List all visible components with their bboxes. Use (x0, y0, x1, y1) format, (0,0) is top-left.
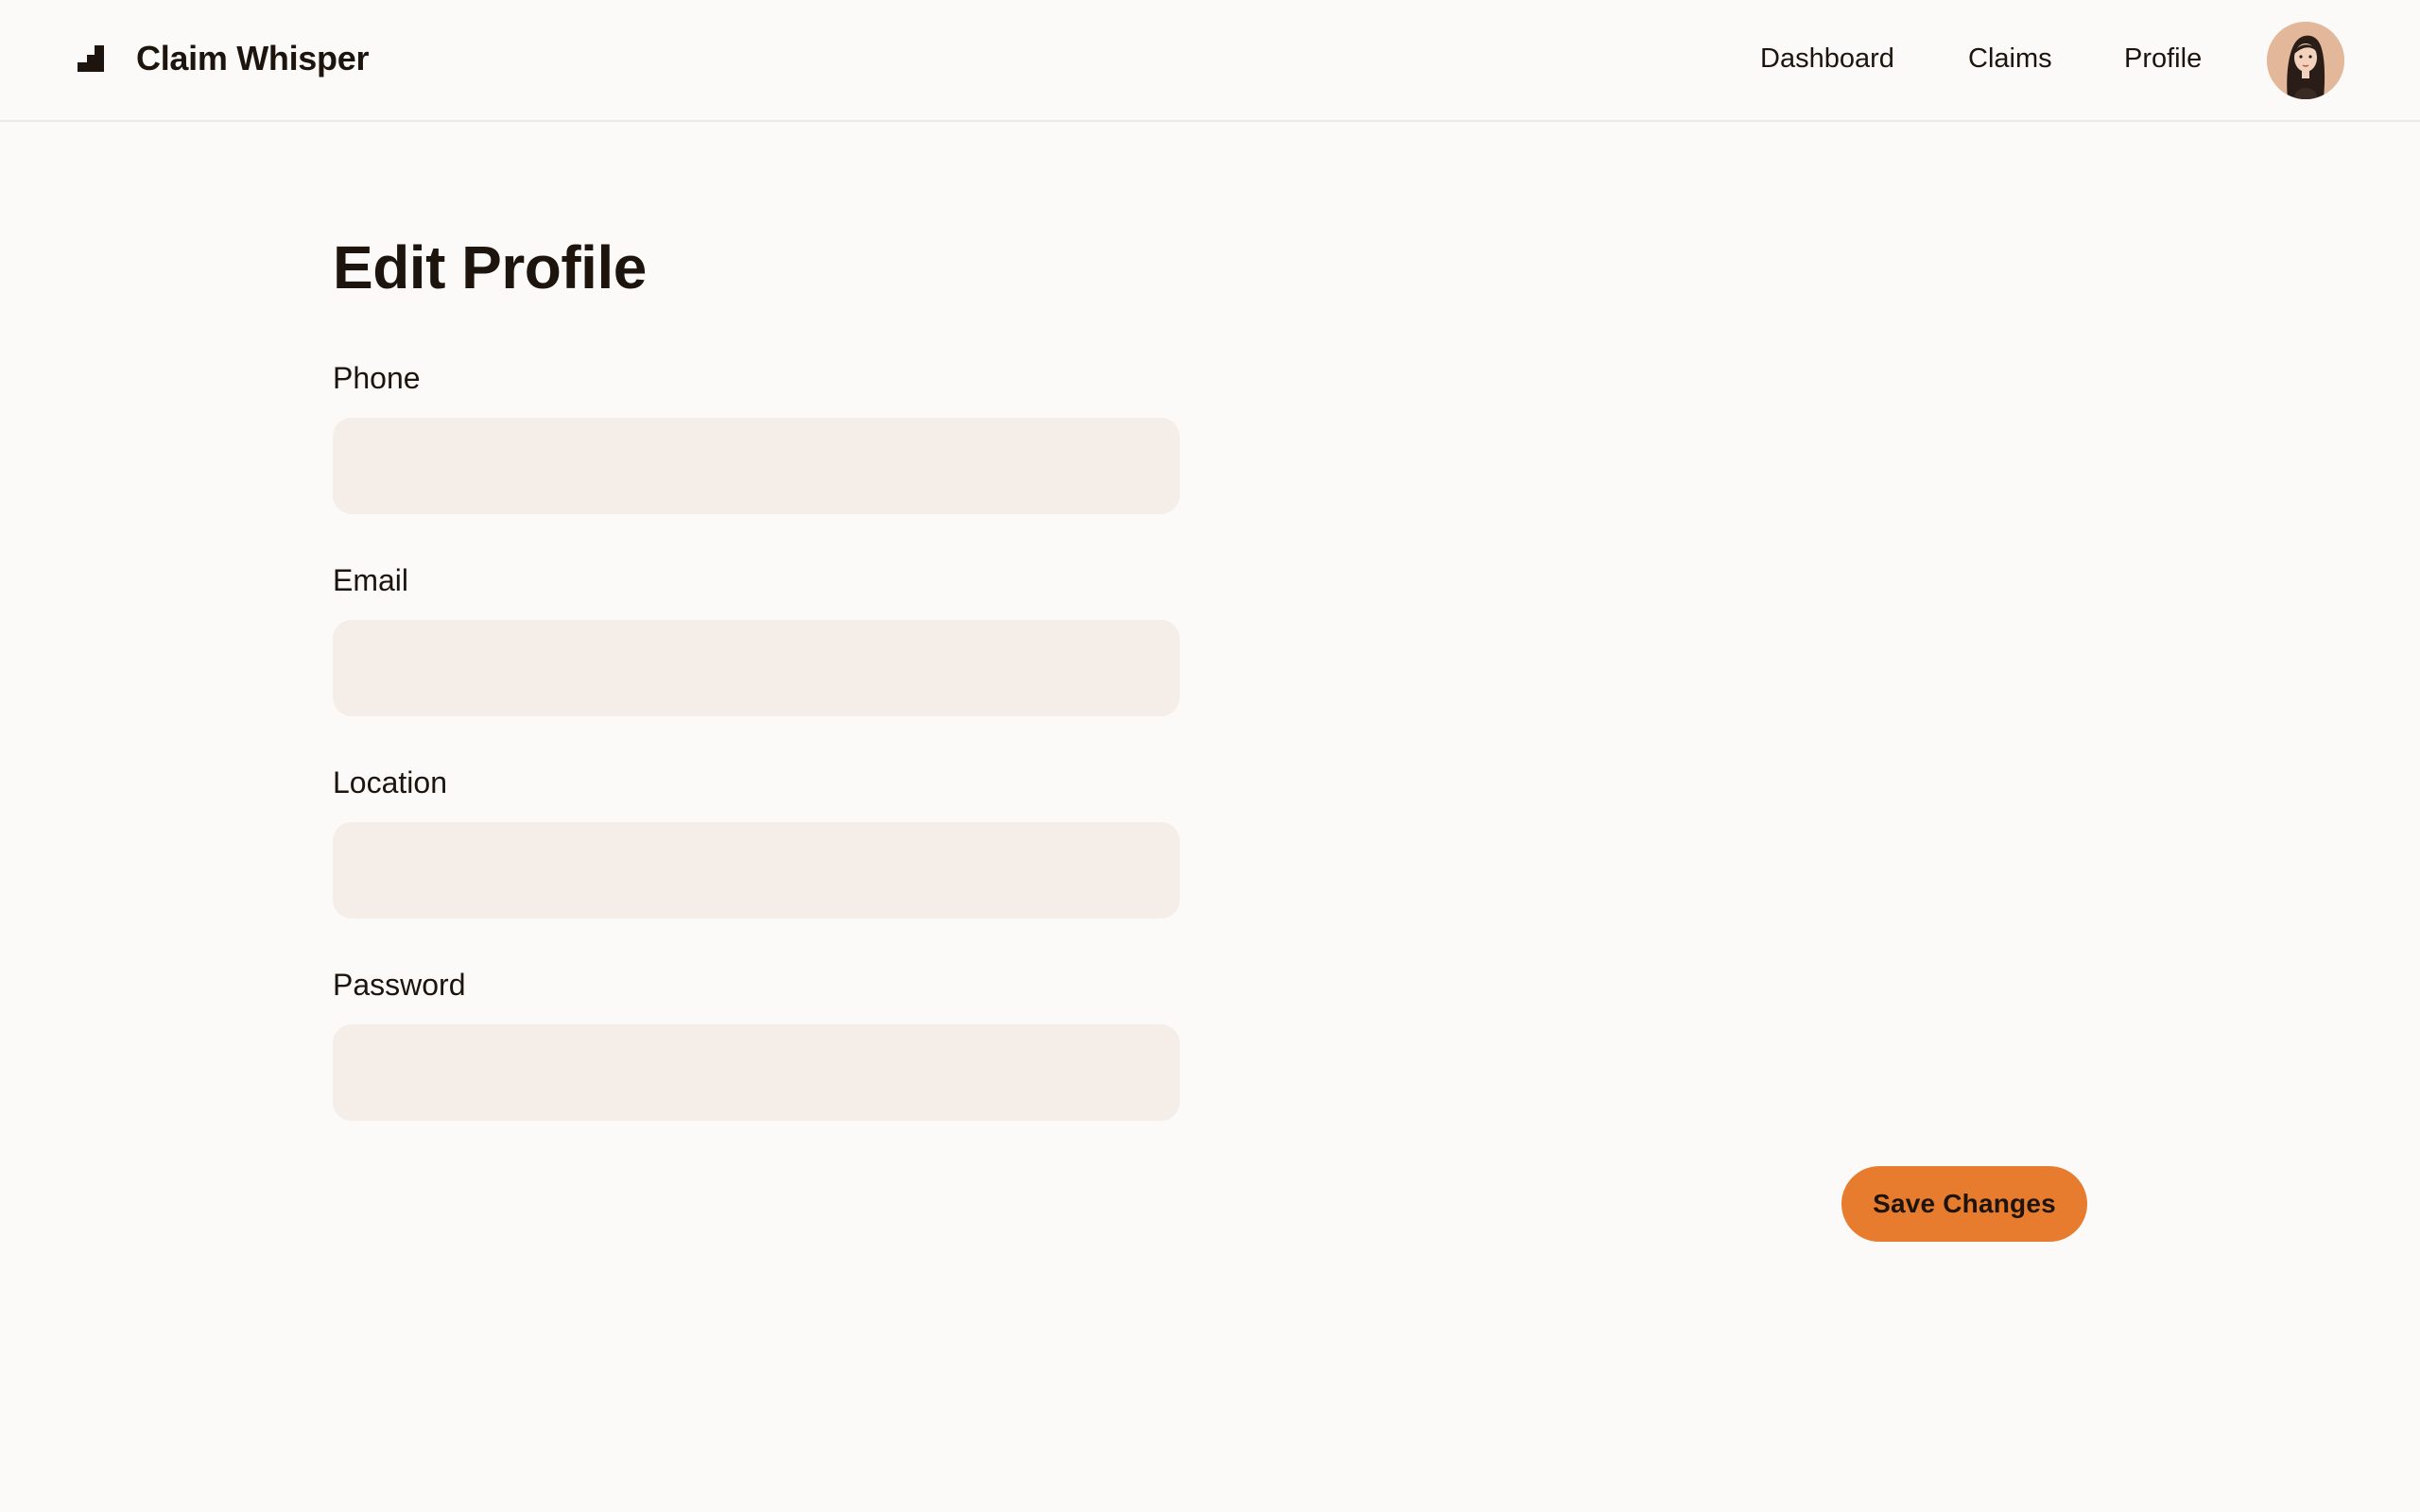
nav-link-profile[interactable]: Profile (2124, 36, 2202, 81)
page-title: Edit Profile (333, 233, 647, 301)
password-label: Password (333, 968, 466, 1002)
nav-link-dashboard[interactable]: Dashboard (1760, 36, 1894, 81)
password-input[interactable] (333, 1024, 1180, 1121)
user-avatar[interactable] (2267, 22, 2344, 99)
location-input[interactable] (333, 822, 1180, 919)
phone-input[interactable] (333, 418, 1180, 514)
top-navbar: Claim Whisper Dashboard Claims Profile (0, 0, 2420, 122)
phone-label: Phone (333, 361, 421, 395)
brand-name[interactable]: Claim Whisper (136, 36, 369, 81)
save-changes-button[interactable]: Save Changes (1841, 1166, 2087, 1242)
location-label: Location (333, 765, 447, 799)
email-label: Email (333, 563, 409, 597)
nav-link-claims[interactable]: Claims (1968, 36, 2052, 81)
email-input[interactable] (333, 620, 1180, 716)
avatar-portrait-icon (2267, 22, 2344, 99)
stairs-logo-icon (78, 45, 104, 72)
